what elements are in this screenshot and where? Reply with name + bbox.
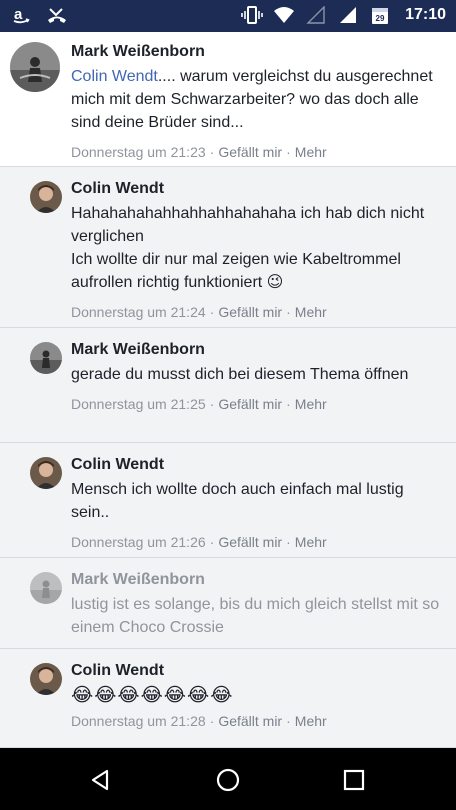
like-link[interactable]: Gefällt mir (218, 713, 282, 729)
recents-icon[interactable] (336, 762, 372, 798)
amazon-icon: a (10, 4, 32, 26)
comment-text: Colin Wendt.... warum vergleichst du aus… (71, 68, 433, 131)
comment-meta: Donnerstag um 21:26 · Gefällt mir · Mehr (71, 534, 327, 550)
comment-author[interactable]: Colin Wendt (71, 455, 442, 475)
more-link[interactable]: Mehr (295, 534, 327, 550)
signal-icon (337, 4, 359, 26)
comment-timestamp: Donnerstag um 21:24 (71, 304, 206, 320)
more-link[interactable]: Mehr (295, 304, 327, 320)
wifi-icon (273, 4, 295, 26)
comment-text: gerade du musst dich bei diesem Thema öf… (71, 366, 409, 383)
comment-author[interactable]: Colin Wendt (71, 661, 442, 681)
like-link[interactable]: Gefällt mir (218, 534, 282, 550)
avatar[interactable] (30, 663, 62, 695)
signal-empty-icon (305, 4, 327, 26)
calendar-icon: 29 (369, 4, 391, 26)
comment-author[interactable]: Mark Weißenborn (71, 42, 442, 62)
comment-text: Mensch ich wollte doch auch einfach mal … (71, 481, 404, 521)
comment-text: 😂😂😂😂😂😂😂 (71, 685, 234, 706)
vibrate-icon (241, 4, 263, 26)
more-link[interactable]: Mehr (295, 396, 327, 412)
avatar[interactable] (30, 342, 62, 374)
like-link[interactable]: Gefällt mir (218, 396, 282, 412)
comment-meta: Donnerstag um 21:24 · Gefällt mir · Mehr (71, 304, 327, 320)
comment-item: Colin Wendt Mensch ich wollte doch auch … (0, 443, 456, 558)
like-link[interactable]: Gefällt mir (218, 144, 282, 160)
comment-list[interactable]: Mark Weißenborn Colin Wendt.... warum ve… (0, 32, 456, 748)
comment-meta: Donnerstag um 21:23 · Gefällt mir · Mehr (71, 144, 327, 160)
comment-item: Mark Weißenborn Colin Wendt.... warum ve… (0, 32, 456, 167)
back-icon[interactable] (82, 762, 118, 798)
comment-timestamp: Donnerstag um 21:23 (71, 144, 206, 160)
comment-text: lustig ist es solange, bis du mich gleic… (71, 596, 440, 636)
avatar[interactable] (30, 181, 62, 213)
comment-item: Colin Wendt Hahahahahahhahhahhahahaha ic… (0, 167, 456, 328)
navigation-bar (0, 748, 456, 810)
svg-text:a: a (14, 6, 23, 23)
comment-item: Mark Weißenborn lustig ist es solange, b… (0, 558, 456, 649)
comment-author[interactable]: Colin Wendt (71, 179, 442, 199)
svg-text:29: 29 (376, 14, 385, 23)
avatar[interactable] (30, 457, 62, 489)
avatar[interactable] (30, 572, 62, 604)
comment-author[interactable]: Mark Weißenborn (71, 570, 442, 590)
mention-link[interactable]: Colin Wendt (71, 68, 158, 85)
status-bar: a 29 17:10 (0, 0, 456, 32)
missed-call-icon (46, 4, 68, 26)
comment-meta: Donnerstag um 21:25 · Gefällt mir · Mehr (71, 396, 327, 412)
comment-author[interactable]: Mark Weißenborn (71, 340, 442, 360)
more-link[interactable]: Mehr (295, 713, 327, 729)
comment-timestamp: Donnerstag um 21:25 (71, 396, 206, 412)
comment-item: Colin Wendt 😂😂😂😂😂😂😂 Donnerstag um 21:28 ·… (0, 649, 456, 748)
home-icon[interactable] (210, 762, 246, 798)
more-link[interactable]: Mehr (295, 144, 327, 160)
clock: 17:10 (405, 6, 446, 23)
comment-timestamp: Donnerstag um 21:28 (71, 713, 206, 729)
comment-timestamp: Donnerstag um 21:26 (71, 534, 206, 550)
comment-item: Mark Weißenborn gerade du musst dich bei… (0, 328, 456, 443)
comment-text: Hahahahahahhahhahhahahaha ich hab dich n… (71, 205, 425, 291)
comment-meta: Donnerstag um 21:28 · Gefällt mir · Mehr (71, 713, 327, 729)
like-link[interactable]: Gefällt mir (218, 304, 282, 320)
avatar[interactable] (10, 42, 60, 92)
